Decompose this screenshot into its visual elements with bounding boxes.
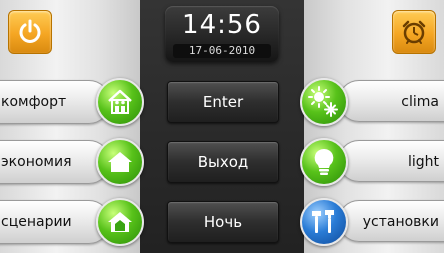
light-button[interactable] [300,138,348,186]
menu-scenarios-label: сценарии [0,200,110,244]
light-bulb-icon [314,148,334,175]
tools-icon [312,210,334,233]
clock-time: 14:56 [182,10,262,40]
house-outline-icon [108,212,132,232]
menu-comfort[interactable]: комфорт [0,78,144,126]
menu-economy-label: экономия [0,140,110,184]
menu-comfort-label: комфорт [0,80,110,124]
enter-button[interactable]: Enter [167,81,279,123]
menu-clima[interactable]: clima [300,78,444,126]
house-icon [108,152,132,172]
menu-scenarios[interactable]: сценарии [0,198,144,246]
economy-button[interactable] [96,138,144,186]
menu-clima-label: clima [338,80,444,122]
clock-date: 17-06-2010 [173,44,271,58]
power-icon [19,19,41,43]
scenarios-button[interactable] [96,198,144,246]
menu-light-label: light [338,140,444,182]
menu-settings[interactable]: установки [300,198,444,246]
power-button[interactable] [8,10,52,54]
clima-button[interactable] [300,78,348,126]
menu-settings-label: установки [338,200,444,242]
alarm-clock-icon [402,20,426,44]
exit-button[interactable]: Выход [167,141,279,183]
menu-light[interactable]: light [300,138,444,186]
clock-display: 14:56 17-06-2010 [165,6,279,62]
comfort-button[interactable] [96,78,144,126]
menu-economy[interactable]: экономия [0,138,144,186]
family-house-icon [108,89,132,114]
settings-button[interactable] [300,198,348,246]
night-button[interactable]: Ночь [167,201,279,243]
sun-snowflake-icon [308,86,338,117]
alarm-button[interactable] [392,10,436,54]
